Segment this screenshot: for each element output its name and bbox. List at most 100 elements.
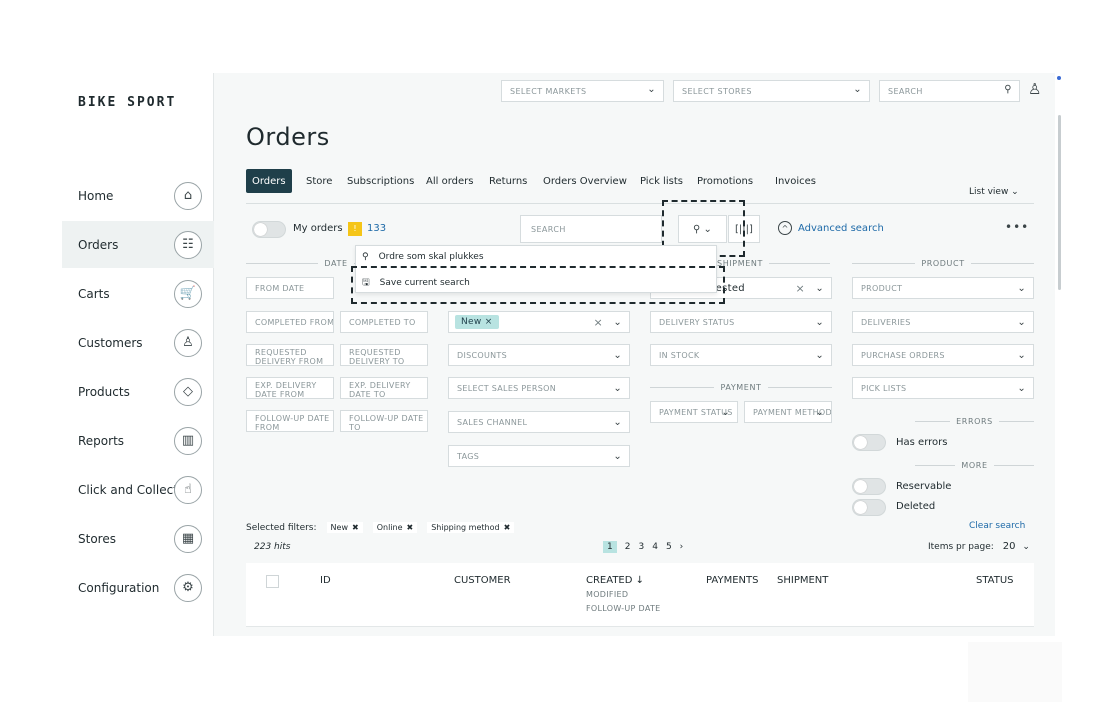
exp-delivery-from-field[interactable]: EXP. DELIVERY DATE FROM [246,377,334,399]
column-status[interactable]: STATUS [976,575,1014,586]
sidebar-item-carts[interactable]: Carts 🛒 [62,270,214,317]
column-payments[interactable]: PAYMENTS [706,575,758,586]
from-date-field[interactable]: FROM DATE [246,277,334,299]
advanced-search-link[interactable]: ^ Advanced search [778,221,884,235]
column-shipment[interactable]: SHIPMENT [777,575,828,586]
follow-up-from-field[interactable]: FOLLOW-UP DATE FROM [246,410,334,432]
payment-method-select[interactable]: PAYMENT METHOD ⌄ [744,401,832,423]
sidebar-item-label: Orders [78,237,119,252]
sidebar-item-home[interactable]: Home ⌂ [62,172,214,219]
exp-delivery-to-field[interactable]: EXP. DELIVERY DATE TO [340,377,428,399]
page-3[interactable]: 3 [638,542,644,552]
column-customer[interactable]: CUSTOMER [454,575,511,586]
purchase-orders-select[interactable]: PURCHASE ORDERS ⌄ [852,344,1034,366]
filter-chip-shipping-method[interactable]: Shipping method ✖ [427,522,515,533]
filter-chip-online[interactable]: Online ✖ [372,522,418,533]
close-icon[interactable]: × [593,316,603,329]
markets-select[interactable]: SELECT MARKETS ⌄ [501,80,664,102]
my-orders-label: My orders [293,223,343,234]
tab-pick-lists[interactable]: Pick lists [634,169,689,193]
scrollbar[interactable] [1058,115,1061,290]
select-all-checkbox[interactable] [266,575,279,588]
tab-invoices[interactable]: Invoices [769,169,822,193]
deleted-toggle[interactable] [852,499,886,516]
user-account-icon[interactable]: ♙ [1028,80,1041,98]
sidebar-item-click-and-collect[interactable]: Click and Collect ☝ [62,466,214,513]
tab-orders[interactable]: Orders [246,169,292,193]
sidebar-item-orders[interactable]: Orders ☷ [62,221,214,268]
completed-to-field[interactable]: COMPLETED TO [340,311,428,333]
discounts-select[interactable]: DISCOUNTS ⌄ [448,344,630,366]
order-search-input[interactable]: SEARCH [520,215,662,243]
chevron-down-icon: ⌄ [613,417,622,428]
stores-select[interactable]: SELECT STORES ⌄ [673,80,870,102]
status-select[interactable]: New × × ⌄ [448,311,630,333]
in-stock-select[interactable]: IN STOCK ⌄ [650,344,832,366]
main-content: SELECT MARKETS ⌄ SELECT STORES ⌄ SEARCH … [215,73,1055,636]
sales-person-label: SELECT SALES PERSON [457,383,556,393]
pick-lists-select[interactable]: PICK LISTS ⌄ [852,377,1034,399]
sales-channel-select[interactable]: SALES CHANNEL ⌄ [448,411,630,433]
tab-subscriptions[interactable]: Subscriptions [341,169,420,193]
page-4[interactable]: 4 [652,542,658,552]
chevron-down-icon: ⌄ [613,383,622,394]
sidebar-item-reports[interactable]: Reports ▥ [62,417,214,464]
delivery-status-select[interactable]: DELIVERY STATUS ⌄ [650,311,832,333]
tab-all-orders[interactable]: All orders [420,169,479,193]
sales-person-select[interactable]: SELECT SALES PERSON ⌄ [448,377,630,399]
page-2[interactable]: 2 [625,542,631,552]
items-per-page-label: Items pr page: [928,542,994,552]
page-5[interactable]: 5 [666,542,672,552]
list-view-toggle[interactable]: List view ⌄ [969,187,1019,197]
product-select[interactable]: PRODUCT ⌄ [852,277,1034,299]
global-search-input[interactable]: SEARCH ⚲ [879,80,1020,102]
items-per-page[interactable]: Items pr page: 20 ⌄ [928,541,1030,552]
sidebar-item-configuration[interactable]: Configuration ⚙ [62,564,214,611]
notification-dot [1057,76,1061,80]
my-orders-count[interactable]: 133 [367,223,386,234]
tags-select[interactable]: TAGS ⌄ [448,445,630,467]
column-created[interactable]: CREATED ↓ [586,575,644,586]
column-followup[interactable]: FOLLOW-UP DATE [586,604,661,613]
sidebar-item-stores[interactable]: Stores ▦ [62,515,214,562]
completed-from-field[interactable]: COMPLETED FROM [246,311,334,333]
close-icon[interactable]: × [795,282,805,295]
clear-search-link[interactable]: Clear search [969,521,1025,531]
close-icon: ✖ [503,523,511,532]
chevron-down-icon: ⌄ [1017,350,1026,361]
status-chip-new[interactable]: New × [455,315,499,329]
has-errors-toggle[interactable] [852,434,886,451]
cart-icon: 🛒 [174,279,202,308]
deliveries-label: DELIVERIES [861,317,911,327]
sidebar-item-label: Carts [78,286,110,301]
requested-delivery-from-field[interactable]: REQUESTED DELIVERY FROM [246,344,334,366]
sidebar-item-label: Customers [78,335,143,350]
user-icon: ♙ [174,328,202,357]
section-payment: PAYMENT [650,383,832,392]
sidebar-item-customers[interactable]: Customers ♙ [62,319,214,366]
delivery-status-label: DELIVERY STATUS [659,317,735,327]
pick-lists-label: PICK LISTS [861,383,907,393]
deliveries-select[interactable]: DELIVERIES ⌄ [852,311,1034,333]
global-search-placeholder: SEARCH [888,86,923,96]
reservable-toggle[interactable] [852,478,886,495]
payment-status-select[interactable]: PAYMENT STATUS ⌄ [650,401,738,423]
sidebar-item-products[interactable]: Products ◇ [62,368,214,415]
saved-search-item[interactable]: ⚲ Ordre som skal plukkes [362,252,484,262]
tab-orders-overview[interactable]: Orders Overview [537,169,633,193]
more-options-icon[interactable]: ••• [1005,220,1029,234]
tab-promotions[interactable]: Promotions [691,169,759,193]
follow-up-to-field[interactable]: FOLLOW-UP DATE TO [340,410,428,432]
my-orders-toggle[interactable] [252,221,286,238]
next-page-icon[interactable]: › [680,542,684,552]
section-product: PRODUCT [852,259,1034,268]
page-1[interactable]: 1 [603,541,617,553]
requested-delivery-to-field[interactable]: REQUESTED DELIVERY TO [340,344,428,366]
filter-chip-new[interactable]: New ✖ [326,522,363,533]
column-modified[interactable]: MODIFIED [586,590,628,599]
tab-returns[interactable]: Returns [483,169,533,193]
chevron-down-icon: ⌄ [613,317,622,328]
sidebar-item-label: Click and Collect [78,482,178,497]
tab-store[interactable]: Store [300,169,338,193]
column-id[interactable]: ID [320,575,331,586]
